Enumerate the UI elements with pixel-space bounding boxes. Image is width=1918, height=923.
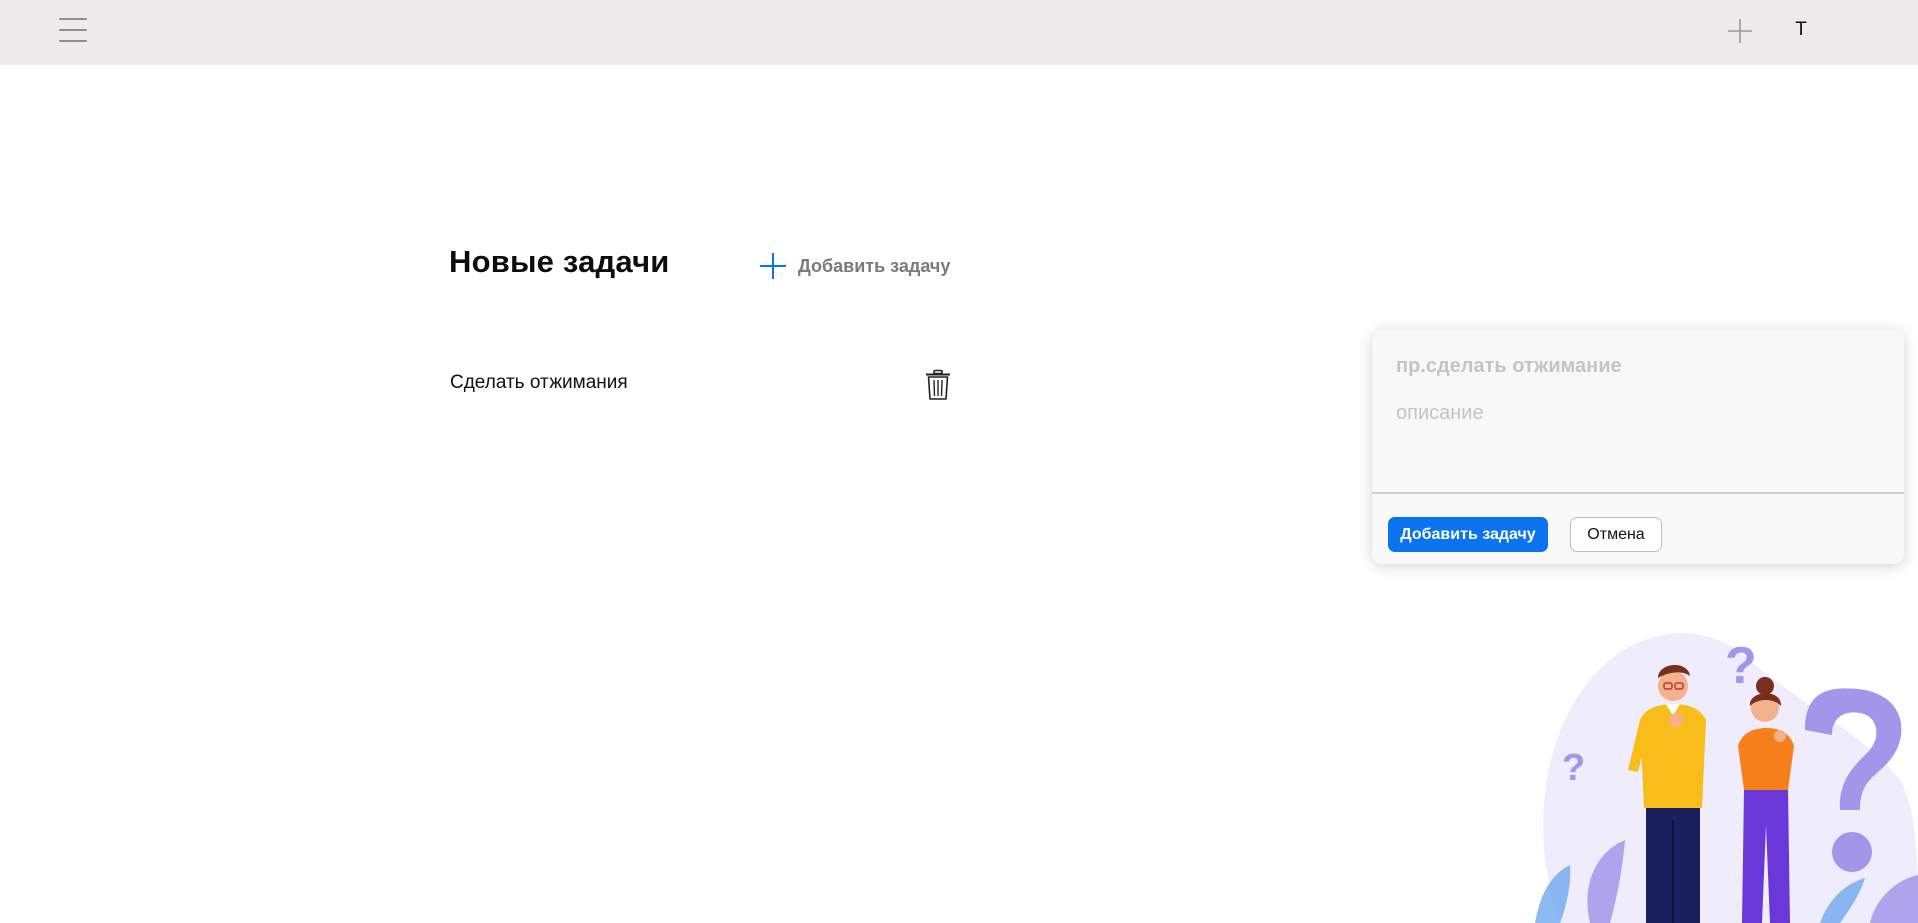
menu-button[interactable] [56,15,92,47]
add-task-button[interactable]: Добавить задачу [758,250,950,282]
page-title: Новые задачи [449,244,670,279]
form-divider [1372,492,1904,494]
delete-task-button[interactable] [924,369,952,401]
user-avatar[interactable]: Т [1788,16,1814,44]
plus-icon [760,253,786,279]
task-title: Сделать отжимания [450,372,628,393]
svg-text:?: ? [1562,747,1585,789]
thinking-people-illustration: ? ? [1535,633,1918,923]
svg-text:?: ? [1725,637,1757,695]
cancel-button[interactable]: Отмена [1570,517,1662,552]
header-add-button[interactable] [1726,17,1754,45]
task-title-input[interactable] [1394,348,1884,384]
hamburger-menu-icon-line [59,40,87,42]
hamburger-menu-icon [59,18,87,20]
task-description-input[interactable] [1394,396,1884,488]
submit-task-button[interactable]: Добавить задачу [1388,517,1548,552]
plus-icon [1728,19,1752,43]
hamburger-menu-icon-line [59,29,87,31]
task-item[interactable]: Сделать отжимания [450,364,955,404]
top-bar: Т [0,0,1918,65]
add-task-form: Добавить задачу Отмена [1372,330,1904,564]
add-task-label: Добавить задачу [798,255,951,276]
trash-icon [926,369,950,400]
